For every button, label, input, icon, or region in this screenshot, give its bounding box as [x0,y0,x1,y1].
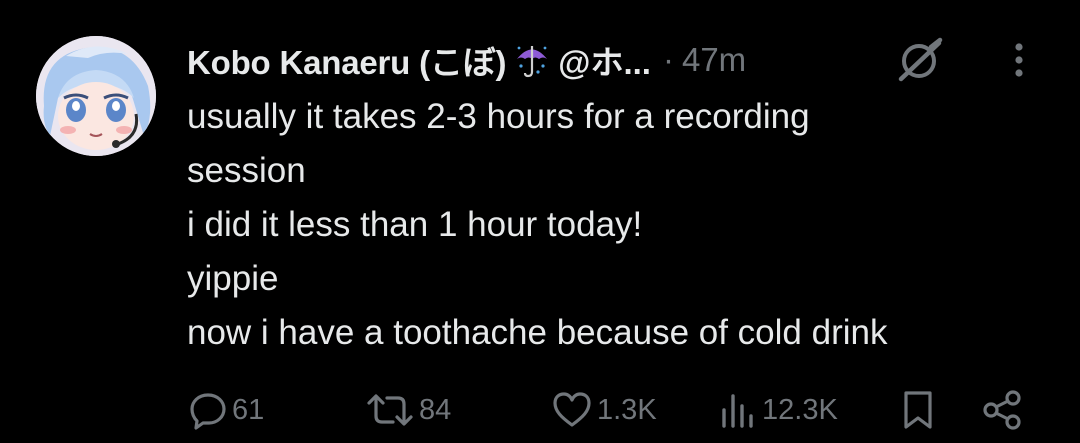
avatar-image [36,36,156,156]
tweet-text-line: session [187,151,306,190]
more-icon[interactable] [1004,40,1034,80]
tweet-header: Kobo Kanaeru (こぼ) @ホ... · 47m [187,40,746,81]
share-button[interactable] [980,384,1024,436]
grok-icon[interactable] [893,34,945,86]
bookmark-icon [904,391,932,429]
repost-icon [367,394,413,426]
share-icon [983,390,1021,430]
views-icon [722,394,753,428]
post-timestamp[interactable]: 47m [682,41,746,79]
repost-count: 84 [419,393,452,426]
tweet-text-line: i did it less than 1 hour today! [187,205,643,244]
views-count: 12.3K [762,393,838,426]
like-count: 1.3K [597,393,657,426]
umbrella-rain-emoji-icon [514,42,550,78]
separator-dot: · [662,41,674,78]
reply-icon [190,393,226,430]
avatar[interactable] [36,36,156,156]
tweet-text-line: now i have a toothache because of cold d… [187,313,888,352]
views-button[interactable]: 12.3K [718,384,838,436]
reply-button[interactable]: 61 [188,384,264,436]
repost-button[interactable]: 84 [365,384,451,436]
tweet-text: usually it takes 2-3 hours for a recordi… [187,90,1047,360]
tweet-text-line: yippie [187,259,279,298]
bookmark-button[interactable] [900,384,936,436]
reply-count: 61 [232,393,265,426]
like-icon [553,392,591,427]
author-handle[interactable]: @ホ... [558,36,651,84]
tweet-text-line: usually it takes 2-3 hours for a recordi… [187,97,810,136]
author-display-name[interactable]: Kobo Kanaeru (こぼ) [187,36,506,84]
tweet[interactable]: Kobo Kanaeru (こぼ) @ホ... · 47m usually it… [0,0,1080,443]
action-bar: 61 84 1.3K 12.3K [0,384,1080,436]
like-button[interactable]: 1.3K [551,384,657,436]
